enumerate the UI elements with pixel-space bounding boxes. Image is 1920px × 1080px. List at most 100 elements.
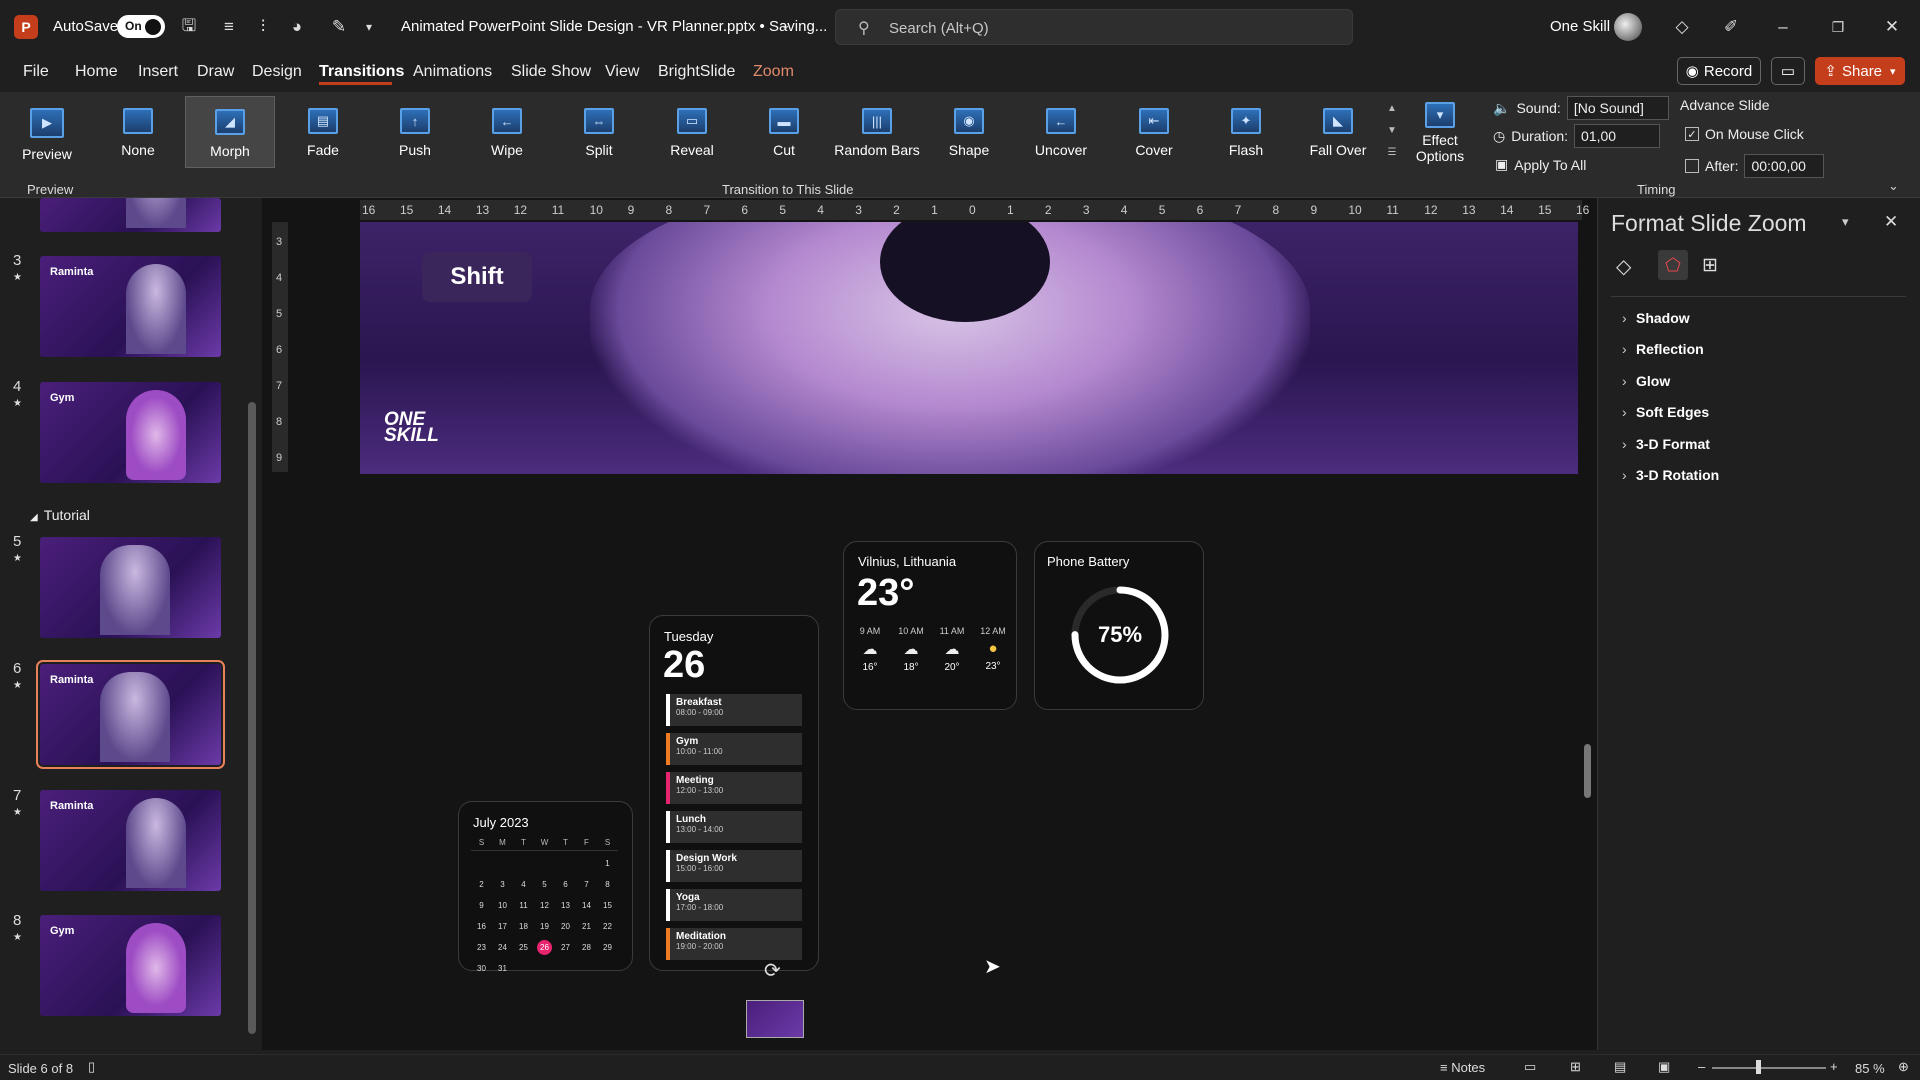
- slide-zoom-object[interactable]: [746, 1000, 804, 1038]
- zoom-slider[interactable]: [1712, 1067, 1826, 1069]
- section-tutorial[interactable]: ◢ Tutorial: [30, 507, 90, 523]
- weather-card[interactable]: Vilnius, Lithuania 23° 9 AM ☁ 16° 10 AM ☁ 18°…: [843, 541, 1017, 710]
- slide-thumbnail-4[interactable]: Gym: [40, 382, 221, 483]
- transition-cover[interactable]: ⇤ Cover: [1109, 96, 1199, 168]
- calendar-day[interactable]: 4: [516, 877, 531, 892]
- calendar-day[interactable]: 31: [495, 961, 510, 976]
- slide-hero-image[interactable]: Shift ONE SKILL: [360, 222, 1578, 474]
- gallery-scroll[interactable]: ▲ ▼ ☰: [1385, 98, 1399, 168]
- calendar-day[interactable]: 10: [495, 898, 510, 913]
- record-button[interactable]: ◉ Record: [1677, 57, 1761, 85]
- close-icon[interactable]: ✕: [1879, 14, 1905, 40]
- search-box[interactable]: ⚲ Search (Alt+Q): [835, 9, 1353, 45]
- tab-design[interactable]: Design: [252, 63, 302, 81]
- accessibility-icon[interactable]: ▯: [88, 1059, 95, 1075]
- transition-none[interactable]: None: [93, 96, 183, 168]
- calendar-day[interactable]: 8: [600, 877, 615, 892]
- schedule-item[interactable]: Gym 10:00 - 11:00: [666, 733, 802, 765]
- calendar-day[interactable]: 3: [495, 877, 510, 892]
- tab-zoom[interactable]: Zoom: [753, 63, 794, 81]
- calendar-day[interactable]: 21: [579, 919, 594, 934]
- effects-icon[interactable]: ⬠: [1658, 250, 1688, 280]
- tab-view[interactable]: View: [605, 63, 639, 81]
- zoom-level[interactable]: 85 %: [1855, 1061, 1885, 1076]
- calendar-day[interactable]: 30: [474, 961, 489, 976]
- tab-slide-show[interactable]: Slide Show: [511, 63, 591, 81]
- slide-thumbnail-7[interactable]: Raminta: [40, 790, 221, 891]
- notes-button[interactable]: ≡ Notes: [1440, 1060, 1485, 1075]
- transition-fall-over[interactable]: ◣ Fall Over: [1293, 96, 1383, 168]
- slide-thumbnail-6[interactable]: Raminta: [36, 660, 225, 769]
- calendar-day[interactable]: 24: [495, 940, 510, 955]
- transition-morph[interactable]: ◢ Morph: [185, 96, 275, 168]
- transition-shape[interactable]: ◉ Shape: [924, 96, 1014, 168]
- fill-line-icon[interactable]: ◇: [1616, 254, 1631, 279]
- calendar-day[interactable]: 2: [474, 877, 489, 892]
- tab-draw[interactable]: Draw: [197, 63, 234, 81]
- slide-thumbnail-3[interactable]: Raminta: [40, 256, 221, 357]
- close-icon[interactable]: ✕: [1884, 212, 1898, 232]
- reflection-section[interactable]: › Reflection: [1622, 341, 1704, 357]
- calendar-day[interactable]: 1: [600, 856, 615, 871]
- calendar-day[interactable]: 27: [558, 940, 573, 955]
- autosave-toggle[interactable]: On: [117, 15, 165, 38]
- 3d-format-section[interactable]: › 3-D Format: [1622, 436, 1710, 452]
- canvas-scrollbar[interactable]: [1584, 744, 1591, 798]
- effect-options-button[interactable]: ▾ Effect Options: [1400, 96, 1480, 168]
- zoom-slider-thumb[interactable]: [1756, 1060, 1761, 1074]
- calendar-day[interactable]: 15: [600, 898, 615, 913]
- transition-cut[interactable]: ▬ Cut: [739, 96, 829, 168]
- calendar-day[interactable]: 25: [516, 940, 531, 955]
- preview-button[interactable]: ▶ Preview: [2, 96, 92, 168]
- size-properties-icon[interactable]: ⊞: [1702, 254, 1718, 277]
- 3d-rotation-section[interactable]: › 3-D Rotation: [1622, 467, 1719, 483]
- collapse-ribbon-icon[interactable]: ⌄: [1888, 178, 1899, 194]
- slide-thumbnail-5[interactable]: [40, 537, 221, 638]
- calendar-day[interactable]: 13: [558, 898, 573, 913]
- calendar-card[interactable]: July 2023 S M T W T F S 1 2 3 4 5 6 7 8 9 10 11 12 13 14 15 16…: [458, 801, 633, 973]
- reading-view-icon[interactable]: ▤: [1614, 1059, 1626, 1075]
- tab-animations[interactable]: Animations: [413, 63, 492, 81]
- tab-insert[interactable]: Insert: [138, 63, 178, 81]
- calendar-day[interactable]: 22: [600, 919, 615, 934]
- soft-edges-section[interactable]: › Soft Edges: [1622, 404, 1709, 420]
- chevron-down-icon[interactable]: ▾: [1842, 214, 1849, 230]
- battery-card[interactable]: Phone Battery 75%: [1034, 541, 1204, 710]
- comments-button[interactable]: ▭: [1771, 57, 1805, 85]
- slide-thumbnail-2[interactable]: [40, 198, 221, 232]
- calendar-day[interactable]: 28: [579, 940, 594, 955]
- fit-slide-icon[interactable]: ⊕: [1898, 1059, 1909, 1075]
- calendar-day[interactable]: 16: [474, 919, 489, 934]
- schedule-item[interactable]: Lunch 13:00 - 14:00: [666, 811, 802, 843]
- calendar-day[interactable]: 9: [474, 898, 489, 913]
- thumbnail-scrollbar[interactable]: [248, 402, 256, 1034]
- user-name[interactable]: One Skill: [1550, 18, 1610, 35]
- calendar-day[interactable]: 18: [516, 919, 531, 934]
- distribute-icon[interactable]: ⫶: [250, 14, 276, 40]
- schedule-item[interactable]: Yoga 17:00 - 18:00: [666, 889, 802, 921]
- calendar-day[interactable]: 11: [516, 898, 531, 913]
- pen-icon[interactable]: ✐: [1718, 14, 1744, 40]
- zoom-out-icon[interactable]: –: [1698, 1059, 1705, 1074]
- calendar-day[interactable]: 7: [579, 877, 594, 892]
- format-painter-icon[interactable]: ✎: [326, 14, 352, 40]
- transition-push[interactable]: ↑ Push: [370, 96, 460, 168]
- minimize-icon[interactable]: –: [1770, 14, 1796, 40]
- schedule-item[interactable]: Breakfast 08:00 - 09:00: [666, 694, 802, 726]
- calendar-day[interactable]: 17: [495, 919, 510, 934]
- calendar-day[interactable]: 20: [558, 919, 573, 934]
- transition-split[interactable]: ⇔ Split: [554, 96, 644, 168]
- restore-icon[interactable]: ❐: [1825, 14, 1851, 40]
- tab-brightslide[interactable]: BrightSlide: [658, 63, 735, 81]
- chevron-down-icon[interactable]: ⌄: [780, 17, 791, 33]
- calendar-day[interactable]: 14: [579, 898, 594, 913]
- schedule-item[interactable]: Meditation 19:00 - 20:00: [666, 928, 802, 960]
- shift-label[interactable]: Shift: [422, 252, 532, 302]
- transition-reveal[interactable]: ▭ Reveal: [647, 96, 737, 168]
- slide-sorter-icon[interactable]: ⊞: [1570, 1059, 1581, 1075]
- slide-thumbnail-8[interactable]: Gym: [40, 915, 221, 1016]
- glow-section[interactable]: › Glow: [1622, 373, 1670, 389]
- normal-view-icon[interactable]: ▭: [1524, 1059, 1536, 1075]
- shape-fill-icon[interactable]: ◕: [284, 14, 310, 40]
- diamond-icon[interactable]: ◇: [1669, 14, 1695, 40]
